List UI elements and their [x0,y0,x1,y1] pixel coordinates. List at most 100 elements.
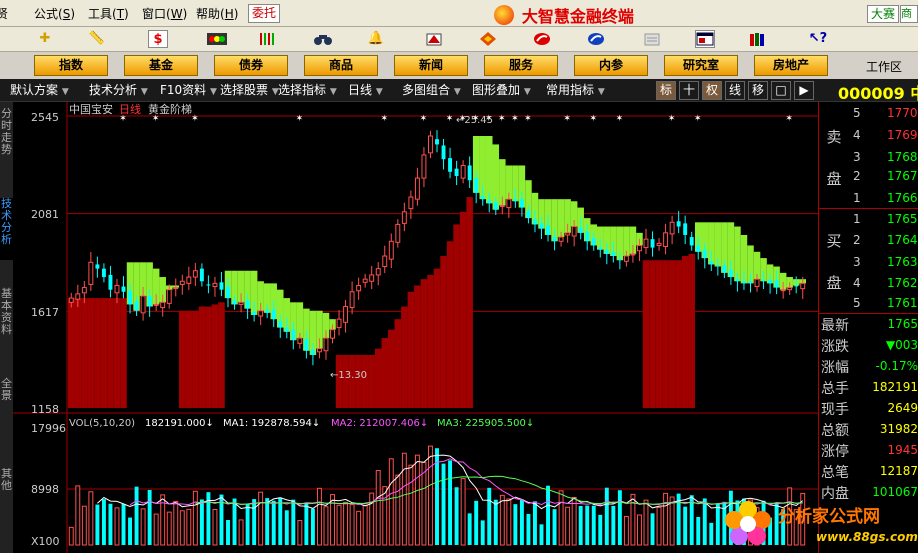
menu-item-tools[interactable]: 工具(T) [88,5,129,22]
tech-analysis-dropdown[interactable]: 技术分析 ▼ [89,82,148,99]
blue-disc-icon[interactable] [586,30,606,48]
tab-basic-info[interactable]: 基本资料 [0,288,13,350]
volume-bar-down [121,504,126,545]
mark-button[interactable]: 标 [656,81,676,100]
vol-legend-ma3: MA3: 225905.500↓ [437,418,534,429]
select-indicator-dropdown[interactable]: 选择指标 ▼ [278,82,337,99]
diamond-icon[interactable] [478,30,498,48]
period-dropdown[interactable]: 日线 ▼ [348,82,383,99]
watermark-url: www.88gs.com [816,530,918,544]
candle-down [441,145,446,160]
multi-chart-dropdown[interactable]: 多图组合 ▼ [402,82,461,99]
stat-trades-label: 总笔 [821,465,849,481]
crosshair-button[interactable]: 十 [679,81,699,100]
bell-icon[interactable]: 🔔 [366,30,386,48]
volume-bar-up [297,520,303,546]
category-bond-button[interactable]: 债券 [214,55,288,76]
candle-down [735,279,740,282]
category-bar: 指数 基金 债券 商品 新闻 服务 内参 研究室 房地产 工作区 [0,52,918,79]
category-news-button[interactable]: 新闻 [394,55,468,76]
candle-down [598,247,603,250]
ladder-up-bar [81,298,88,408]
volume-bar-down [650,513,655,545]
sell-level-4: 4 [853,128,861,142]
common-indicator-dropdown[interactable]: 常用指标 ▼ [546,82,605,99]
rights-button[interactable]: 权 [702,81,722,100]
stat-limitup-value: 1945 [887,443,918,457]
select-stock-dropdown[interactable]: 选择股票 ▼ [220,82,279,99]
menu-item-help[interactable]: 帮助(H) [196,5,238,22]
trade-button[interactable]: 委托 [248,4,280,23]
volume-bar-up [669,496,675,546]
candle-up [153,303,159,306]
category-index-button[interactable]: 指数 [34,55,108,76]
menu-item-window[interactable]: 窗口(W) [142,5,187,22]
candle-down [741,281,746,284]
volume-bar-down [226,520,230,545]
crosshair-icon[interactable]: ✚ [35,30,55,48]
candle-down [591,238,596,246]
sell-label-2: 盘 [826,170,842,188]
candle-up [330,329,335,339]
candle-down [702,249,707,259]
candle-down [121,286,126,292]
shop-button[interactable]: 商 [900,5,918,23]
ladder-up-bar [335,354,343,408]
volume-bar-up [316,487,322,546]
traffic-light-icon[interactable] [207,30,227,48]
category-realestate-button[interactable]: 房地产 [754,55,828,76]
volume-bar-up [401,452,407,546]
ladder-up-bar [218,302,225,408]
ladder-down-bar [557,199,565,238]
candle-down [199,268,204,282]
bar-code-icon[interactable] [258,30,278,48]
ruler-icon[interactable]: 📏 [87,30,107,48]
menu-item-truncated[interactable]: 贤 [0,5,8,22]
watermark-text: 分析家公式网 [778,507,880,527]
help-icon[interactable]: ↖? [808,30,828,48]
red-disc-icon[interactable] [532,30,552,48]
dollar-icon[interactable]: $ [148,30,168,48]
category-research-button[interactable]: 研究室 [664,55,738,76]
books-icon[interactable] [748,30,768,48]
vol-legend-ma2: MA2: 212007.406↓ [331,418,428,429]
memo-icon[interactable] [642,30,662,48]
candle-down [245,300,250,309]
tab-intraday[interactable]: 分时走势 [0,108,13,170]
stat-last-value: 1765 [887,317,918,331]
tab-technical[interactable]: 技术分析 [0,198,13,260]
window-icon[interactable] [695,30,715,48]
house-icon[interactable] [424,30,444,48]
high-price-label: ←25.45 [456,115,493,126]
tab-other[interactable]: 其他 [0,468,13,502]
volume-bar-up [336,504,342,546]
candle-up [114,284,120,294]
buy-level-3: 3 [853,255,861,269]
play-button[interactable]: ▶ [794,81,814,100]
main-chart[interactable]: ✶ ✶ ✶ ✶ ✶ ✶ ✶ ✶ ✶ ✶ ✶ ✶ ✶ ✶ ✶ ✶ ✶ ✶ ✶ 中国宝安 日线 黄金阶梯 2545 20… [13,102,818,553]
binoculars-icon[interactable] [313,30,333,48]
f10-dropdown[interactable]: F10资料 ▼ [160,82,217,99]
signal-star: ✶ [511,114,519,124]
scheme-dropdown[interactable]: 默认方案 ▼ [10,82,69,99]
box-button[interactable]: □ [771,81,791,100]
category-insider-button[interactable]: 内参 [574,55,648,76]
overlay-dropdown[interactable]: 图形叠加 ▼ [472,82,531,99]
volume-bar-down [278,498,283,545]
workzone-label[interactable]: 工作区 [866,58,902,75]
sell-price-5: 1770 [887,106,918,120]
category-service-button[interactable]: 服务 [484,55,558,76]
candle-up [75,293,81,300]
ladder-up-bar [388,329,395,408]
tab-panorama[interactable]: 全景 [0,378,13,412]
category-fund-button[interactable]: 基金 [124,55,198,76]
menu-item-formula[interactable]: 公式(S) [34,5,75,22]
volume-bar-down [533,501,537,545]
category-commodity-button[interactable]: 商品 [304,55,378,76]
contest-button[interactable]: 大赛 [867,5,899,23]
stat-limitup-label: 涨停 [821,444,849,460]
candle-down [709,261,714,265]
line-button[interactable]: 线 [725,81,745,100]
move-button[interactable]: 移 [748,81,768,100]
candle-down [493,202,498,210]
